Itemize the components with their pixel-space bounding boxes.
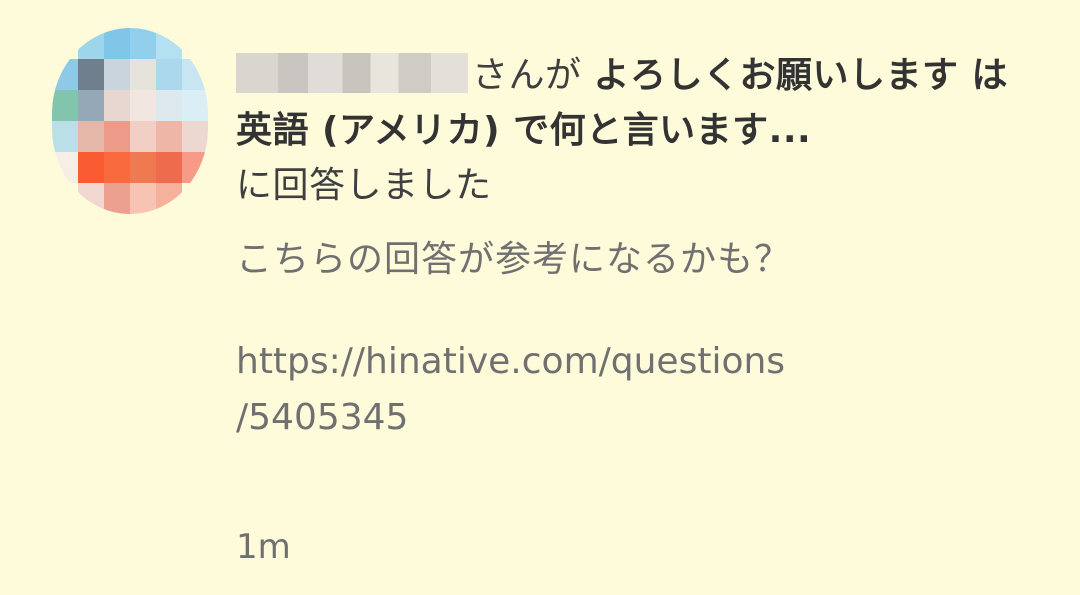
notification-message: こちらの回答が参考になるかも？ <box>236 239 792 280</box>
avatar-pixel <box>78 121 104 152</box>
username-redacted[interactable] <box>236 53 468 93</box>
avatar-pixel <box>182 152 208 183</box>
notification-headline: さんが よろしくお願いします は 英語 (アメリカ) で何と言います... に回答… <box>236 48 1036 213</box>
avatar-pixel <box>130 59 156 90</box>
avatar-pixel <box>52 121 78 152</box>
avatar-pixel <box>182 90 208 121</box>
avatar-pixel <box>182 59 208 90</box>
notification-item[interactable]: さんが よろしくお願いします は 英語 (アメリカ) で何と言います... に回答… <box>0 0 1080 595</box>
avatar-pixel <box>156 59 182 90</box>
avatar-pixel <box>78 90 104 121</box>
avatar-pixel <box>52 59 78 90</box>
question-link-line2[interactable]: /5405345 <box>236 397 408 438</box>
timestamp: 1m <box>236 527 291 567</box>
avatar-pixel <box>156 152 182 183</box>
avatar-pixel <box>52 28 78 59</box>
avatar-pixel <box>52 152 78 183</box>
avatar-pixel <box>130 90 156 121</box>
question-link-line1[interactable]: https://hinative.com/questions <box>236 341 785 382</box>
avatar-pixel <box>104 183 130 214</box>
avatar-pixel <box>104 152 130 183</box>
avatar-pixel <box>182 183 208 214</box>
avatar-pixel <box>182 28 208 59</box>
avatar-pixel <box>104 90 130 121</box>
avatar-pixel <box>156 183 182 214</box>
avatar-pixel <box>156 121 182 152</box>
avatar-pixel <box>130 152 156 183</box>
action-text: に回答しました <box>236 165 492 206</box>
avatar-pixel <box>104 59 130 90</box>
avatar-pixel <box>130 183 156 214</box>
san-ga-text: さんが <box>472 55 594 96</box>
question-link[interactable]: https://hinative.com/questions /5405345 <box>236 334 876 446</box>
avatar-pixel <box>78 152 104 183</box>
avatar-pixel <box>78 28 104 59</box>
avatar-pixel <box>104 28 130 59</box>
avatar-pixel <box>156 28 182 59</box>
avatar-pixel <box>156 90 182 121</box>
avatar-pixel <box>130 28 156 59</box>
avatar-pixel <box>182 121 208 152</box>
avatar-pixel <box>78 59 104 90</box>
avatar-pixel <box>130 121 156 152</box>
avatar-pixel <box>52 183 78 214</box>
avatar[interactable] <box>52 28 208 214</box>
avatar-pixel <box>52 90 78 121</box>
avatar-pixel <box>78 183 104 214</box>
avatar-pixel <box>104 121 130 152</box>
